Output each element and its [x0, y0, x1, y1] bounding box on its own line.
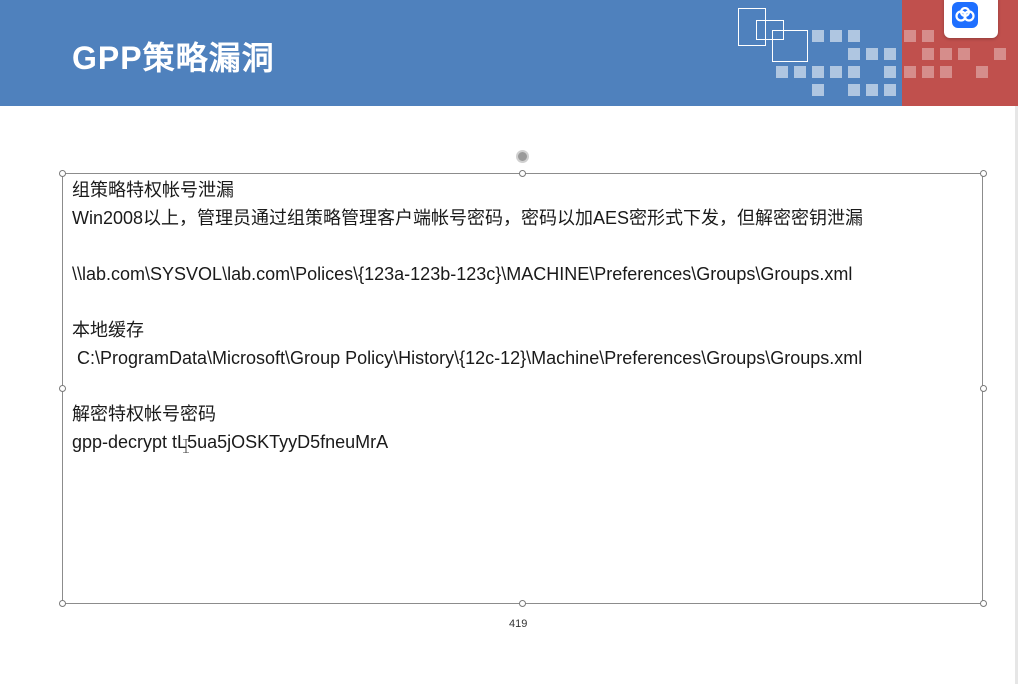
text-line-sysvol-path[interactable]: \\lab.com\SYSVOL\lab.com\Polices\{123a-1…: [72, 263, 852, 285]
deco-square: [904, 66, 916, 78]
resize-handle-top[interactable]: [519, 170, 526, 177]
text-line-cache-path[interactable]: C:\ProgramData\Microsoft\Group Policy\Hi…: [72, 347, 862, 369]
deco-square: [812, 84, 824, 96]
resize-handle-bottom[interactable]: [519, 600, 526, 607]
deco-square: [866, 48, 878, 60]
resize-handle-bottom-left[interactable]: [59, 600, 66, 607]
deco-square: [884, 84, 896, 96]
page-number: 419: [509, 618, 528, 630]
resize-handle-top-right[interactable]: [980, 170, 987, 177]
deco-square: [994, 48, 1006, 60]
deco-square: [848, 48, 860, 60]
rotate-handle-icon[interactable]: [516, 150, 529, 163]
resize-handle-bottom-right[interactable]: [980, 600, 987, 607]
text-line-decrypt-heading[interactable]: 解密特权帐号密码: [72, 403, 216, 425]
deco-square: [866, 84, 878, 96]
deco-outline-square: [772, 30, 808, 62]
deco-square: [812, 30, 824, 42]
deco-square: [940, 48, 952, 60]
text-line-heading-leak[interactable]: 组策略特权帐号泄漏: [72, 179, 234, 201]
slide-header: GPP策略漏洞: [0, 0, 1018, 106]
deco-square: [848, 84, 860, 96]
resize-handle-top-left[interactable]: [59, 170, 66, 177]
deco-square: [776, 66, 788, 78]
content-textbox[interactable]: [62, 173, 983, 604]
deco-square: [794, 66, 806, 78]
i-beam-cursor-icon: [183, 434, 189, 456]
deco-square: [922, 30, 934, 42]
deco-square: [830, 30, 842, 42]
app-badge[interactable]: [944, 0, 998, 38]
resize-handle-left[interactable]: [59, 385, 66, 392]
slide: GPP策略漏洞 组策略特权帐号泄漏 Win2008以上，管理员通过组策略管理客户…: [0, 0, 1018, 684]
text-line-local-cache-heading[interactable]: 本地缓存: [72, 319, 144, 341]
deco-square: [830, 66, 842, 78]
resize-handle-right[interactable]: [980, 385, 987, 392]
deco-square: [848, 30, 860, 42]
deco-square: [848, 66, 860, 78]
deco-square: [976, 66, 988, 78]
deco-square: [884, 66, 896, 78]
deco-square: [922, 48, 934, 60]
deco-square: [904, 30, 916, 42]
deco-square: [884, 48, 896, 60]
deco-square: [958, 48, 970, 60]
baidu-netdisk-icon[interactable]: [952, 2, 978, 28]
slide-title: GPP策略漏洞: [72, 40, 275, 76]
text-line-decrypt-command[interactable]: gpp-decrypt tL5ua5jOSKTyyD5fneuMrA: [72, 431, 388, 453]
deco-square: [812, 66, 824, 78]
deco-square: [922, 66, 934, 78]
deco-square: [940, 66, 952, 78]
text-line-description[interactable]: Win2008以上，管理员通过组策略管理客户端帐号密码，密码以加AES密形式下发…: [72, 207, 863, 229]
